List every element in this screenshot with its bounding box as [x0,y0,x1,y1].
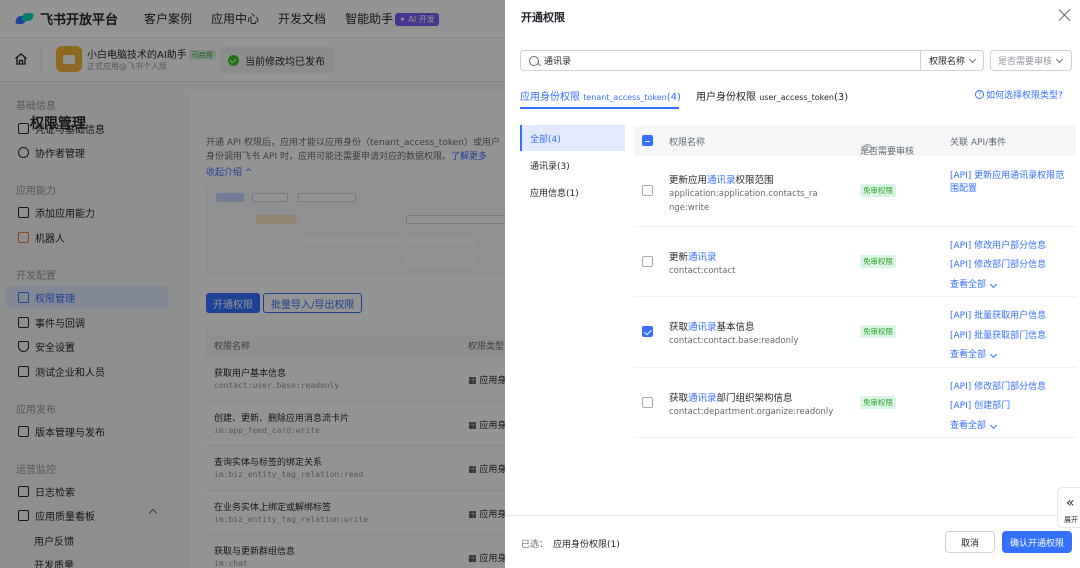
row-checkbox[interactable] [642,185,653,196]
active-tab-indicator [520,107,679,109]
search-box: 权限名称 [520,50,984,71]
review-filter-select[interactable]: 是否需要审核 [990,50,1072,71]
table-row: 更新应用通讯录权限范围 application:application.cont… [634,156,1076,227]
related-apis: [API] 批量获取用户信息 [API] 批量获取部门信息 查看全部 [950,307,1072,366]
api-link[interactable]: [API] 修改部门部分信息 [950,256,1072,276]
expand-label: 展开 [1064,516,1078,524]
permission-name-text: 更新 [669,251,689,263]
cancel-button[interactable]: 取消 [945,531,995,553]
permission-code: contact:contact.base:readonly [669,336,799,346]
chevron-down-icon [1055,55,1064,63]
review-exempt-badge: 免审权限 [860,395,896,409]
selected-value: 应用身份权限(1) [553,540,620,550]
permission-type-help-text: 如何选择权限类型? [986,91,1063,101]
search-highlight: 通讯录 [688,392,717,404]
table-row: 获取通讯录基本信息 contact:contact.base:readonly … [634,297,1076,368]
open-permission-drawer: 开通权限 权限名称 是否需要审核 应用身份权限 tenant_access_to… [505,0,1080,568]
view-all-link[interactable]: 查看全部 [950,417,1072,437]
api-link[interactable]: [API] 批量获取部门信息 [950,327,1072,347]
permission-name: 更新通讯录 [669,249,717,263]
permission-name-text: 获取 [669,322,689,333]
related-apis: [API] 更新应用通讯录权限范围配置 [950,166,1072,196]
permission-name: 获取通讯录部门组织架构信息 [669,390,793,404]
tab-count: (3) [833,92,849,103]
double-chevron-left-icon: « [1066,495,1075,511]
api-link[interactable]: [API] 更新应用通讯录权限范围配置 [950,170,1072,196]
permission-list-table: 权限名称 是否需要审核? 关联 API/事件 更新应用通讯录权限范围 appli… [634,126,1076,438]
drawer-footer: 已选： 应用身份权限(1) 取消 确认开通权限 [505,515,1080,568]
row-checkbox[interactable] [642,326,653,337]
chevron-down-icon [968,55,977,63]
view-all-link[interactable]: 查看全部 [950,276,1072,296]
select-all-checkbox[interactable] [642,135,653,146]
related-apis: [API] 修改部门部分信息 [API] 创建部门 查看全部 [950,378,1072,437]
search-input[interactable] [544,55,904,66]
permission-code: contact:contact [669,265,736,276]
api-link[interactable]: [API] 修改用户部分信息 [950,237,1072,257]
permission-code: application:application.contacts_range:w… [669,189,818,213]
expand-panel-button[interactable]: « 展开 [1057,487,1080,528]
permission-type-help-link[interactable]: ? 如何选择权限类型? [975,88,1063,101]
row-checkbox[interactable] [642,396,653,408]
confirm-open-permission-button[interactable]: 确认开通权限 [1002,531,1072,553]
permission-name-text: 更新应用 [669,175,708,186]
tab-label: 用户身份权限 [696,92,756,103]
category-all[interactable]: 全部(4) [520,125,625,151]
permission-code: contact:department.organize:readonly [669,406,834,417]
permission-name-text: 基本信息 [716,322,755,333]
search-icon [529,55,539,66]
api-link[interactable]: [API] 创建部门 [950,397,1072,417]
chevron-down-icon [989,280,998,288]
selected-label: 已选： [521,540,549,550]
tab-user-permissions[interactable]: 用户身份权限 user_access_token(3) [696,88,848,103]
table-row: 更新通讯录 contact:contact 免审权限 [API] 修改用户部分信… [634,227,1076,297]
category-list: 全部(4) 通讯录(3) 应用信息(1) [520,125,625,206]
review-exempt-badge: 免审权限 [860,325,896,338]
table-row: 获取通讯录部门组织架构信息 contact:department.organiz… [634,368,1076,438]
question-icon: ? [975,90,984,99]
modal-overlay[interactable] [0,0,505,568]
view-all-text: 查看全部 [950,279,987,290]
permission-name-text: 获取 [669,392,689,404]
column-header-api: 关联 API/事件 [950,138,1007,148]
review-filter-placeholder: 是否需要审核 [998,57,1053,67]
view-all-text: 查看全部 [950,350,987,360]
tab-tenant-permissions[interactable]: 应用身份权限 tenant_access_token(4) [520,88,681,103]
tab-token: tenant_access_token [583,93,667,102]
search-field-select[interactable]: 权限名称 [920,51,983,70]
api-link[interactable]: [API] 修改部门部分信息 [950,378,1072,398]
permission-name: 更新应用通讯录权限范围 [669,172,774,186]
search-highlight: 通讯录 [688,322,717,333]
review-exempt-badge: 免审权限 [860,254,896,268]
question-icon[interactable]: ? [863,144,872,153]
tab-count: (4) [666,92,681,103]
review-exempt-badge: 免审权限 [860,184,896,197]
view-all-link[interactable]: 查看全部 [950,346,1072,366]
tab-token: user_access_token [759,93,834,102]
chevron-down-icon [989,421,998,429]
permission-name-text: 权限范围 [735,175,774,186]
drawer-title: 开通权限 [521,11,565,24]
api-link[interactable]: [API] 批量获取用户信息 [950,307,1072,327]
tab-label: 应用身份权限 [520,92,580,103]
row-checkbox[interactable] [642,255,653,267]
search-field-select-value: 权限名称 [929,57,966,67]
table-header: 权限名称 是否需要审核? 关联 API/事件 [634,126,1076,157]
close-icon[interactable] [1058,8,1072,22]
search-highlight: 通讯录 [707,175,736,186]
chevron-down-icon [989,350,998,359]
permission-name: 获取通讯录基本信息 [669,319,755,333]
category-app-info[interactable]: 应用信息(1) [520,179,625,205]
view-all-text: 查看全部 [950,420,987,431]
category-contacts[interactable]: 通讯录(3) [520,152,625,178]
column-header-permission-name: 权限名称 [669,138,706,148]
search-highlight: 通讯录 [688,251,717,263]
permission-name-text: 部门组织架构信息 [716,392,793,404]
related-apis: [API] 修改用户部分信息 [API] 修改部门部分信息 查看全部 [950,237,1072,296]
